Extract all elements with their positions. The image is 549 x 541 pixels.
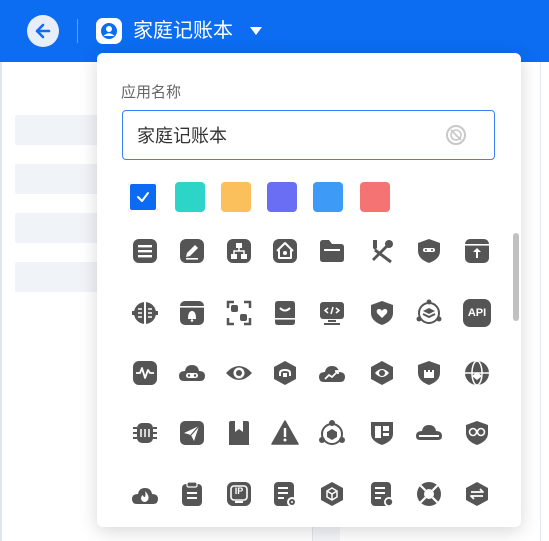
app-name-label: 应用名称	[121, 84, 182, 101]
bookmark-icon[interactable]	[225, 419, 253, 447]
clear-circle-icon[interactable]	[445, 124, 467, 146]
shield-badge-icon[interactable]	[415, 237, 443, 265]
document-gear-icon[interactable]	[368, 480, 396, 508]
globe-icon[interactable]	[463, 359, 491, 387]
arrow-left-icon	[35, 23, 51, 39]
header-divider	[77, 19, 78, 43]
color-swatch-sky[interactable]	[313, 182, 343, 212]
app-settings-popover: 应用名称 API IP	[97, 53, 521, 527]
pulse-monitor-icon[interactable]	[131, 359, 159, 387]
document-icon[interactable]	[131, 237, 159, 265]
user-badge-icon	[96, 18, 122, 44]
api-icon[interactable]: API	[463, 299, 491, 327]
warning-icon[interactable]	[271, 419, 299, 447]
fire-cloud-icon[interactable]	[131, 480, 159, 508]
dashboard-shield-icon[interactable]	[368, 419, 396, 447]
notification-window-icon[interactable]	[178, 299, 206, 327]
background-edge	[0, 62, 2, 541]
code-monitor-icon[interactable]	[318, 299, 346, 327]
ip-label: IP	[234, 486, 244, 496]
app-name-input[interactable]	[137, 111, 437, 159]
send-icon[interactable]	[178, 419, 206, 447]
heart-shield-icon[interactable]	[368, 299, 396, 327]
color-swatch-indigo[interactable]	[267, 182, 297, 212]
chip-icon[interactable]	[131, 419, 159, 447]
tools-icon[interactable]	[368, 237, 396, 265]
lifebuoy-icon[interactable]	[415, 480, 443, 508]
transfer-hexagon-icon[interactable]	[463, 480, 491, 508]
hexagon-icon[interactable]	[271, 359, 299, 387]
network-circle-icon[interactable]	[318, 419, 346, 447]
api-label: API	[463, 299, 491, 327]
color-swatch-teal[interactable]	[175, 182, 205, 212]
eye-icon[interactable]	[225, 359, 253, 387]
upload-box-icon[interactable]	[463, 237, 491, 265]
background-divider	[540, 62, 541, 541]
brain-icon[interactable]	[131, 299, 159, 327]
edit-icon[interactable]	[178, 237, 206, 265]
castle-shield-icon[interactable]	[415, 359, 443, 387]
folder-icon[interactable]	[318, 237, 346, 265]
color-swatch-orange[interactable]	[221, 182, 251, 212]
back-button[interactable]	[27, 15, 59, 47]
cloud-trend-icon[interactable]	[318, 359, 346, 387]
app-name-field[interactable]	[122, 110, 495, 160]
color-swatch-blue[interactable]	[128, 182, 158, 212]
cube-icon[interactable]	[318, 480, 346, 508]
cloud-bar-icon[interactable]	[415, 419, 443, 447]
layers-circle-icon[interactable]	[415, 299, 443, 327]
glasses-badge-icon[interactable]	[463, 419, 491, 447]
ip-icon[interactable]: IP	[225, 480, 253, 508]
check-icon	[137, 192, 149, 202]
home-icon[interactable]	[271, 237, 299, 265]
inbox-icon[interactable]	[271, 299, 299, 327]
app-title[interactable]: 家庭记账本	[133, 19, 233, 43]
org-chart-icon[interactable]	[225, 237, 253, 265]
cloud-robot-icon[interactable]	[178, 359, 206, 387]
eye-shield-icon[interactable]	[368, 359, 396, 387]
scrollbar-thumb[interactable]	[513, 233, 519, 321]
caret-down-icon[interactable]	[250, 27, 262, 35]
report-settings-icon[interactable]	[271, 480, 299, 508]
color-swatch-red[interactable]	[360, 182, 390, 212]
scan-frame-icon[interactable]	[225, 299, 253, 327]
clipboard-icon[interactable]	[178, 480, 206, 508]
